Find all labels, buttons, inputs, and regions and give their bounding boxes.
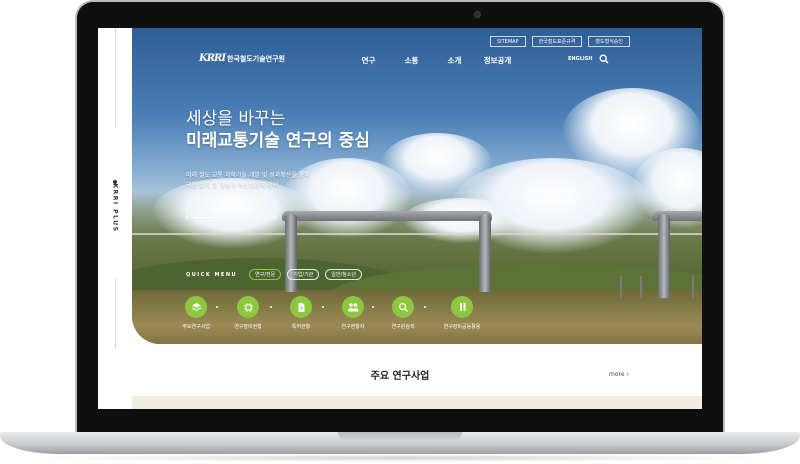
site-logo[interactable]: KRRI 한국철도기술연구원	[199, 53, 285, 64]
quick-menu-bar: QUICK MENU 연구/전문 기업/기관 일반/청소년	[186, 269, 362, 280]
menu-communication[interactable]: 소통	[390, 55, 433, 66]
flask-icon	[451, 296, 473, 318]
slider-controls: II 1/3	[186, 214, 277, 221]
menu-disclosure[interactable]: 정보공개	[476, 55, 519, 66]
slide-counter: 1/3	[267, 214, 278, 221]
fence-post	[640, 276, 642, 298]
rail-track	[132, 233, 702, 235]
document-icon	[290, 296, 312, 318]
quick-link-label: 연구원검색	[391, 324, 415, 330]
section-title: 주요 연구사업	[370, 371, 430, 382]
slider-progress-fill	[193, 217, 216, 218]
more-link[interactable]: more ›	[609, 371, 629, 378]
rail-divider	[115, 278, 116, 348]
headline-line-2: 미래교통기술 연구의 중심	[186, 131, 370, 151]
rail-standard-link[interactable]: 한국철도표준규격	[531, 36, 583, 47]
slider-progress-track	[193, 217, 262, 218]
quick-link-label: 연구현황자	[341, 324, 365, 330]
logo-mark: KRRI	[199, 53, 226, 64]
separator-dot	[424, 306, 426, 308]
language-link[interactable]: ENGLISH	[568, 56, 593, 62]
description-line-2: 국민 삶의 질 향상과 혁신성장에 기여	[186, 182, 279, 189]
headline-line-1: 세상을 바꾸는	[186, 109, 286, 129]
quick-link-equipment[interactable]: 연구장비현황	[218, 296, 278, 330]
laptop-notch	[338, 432, 462, 441]
quick-link-label: 주요연구사업	[182, 324, 210, 330]
utility-links: SITEMAP 한국철도표준규격 철도형식승인	[489, 36, 630, 47]
menu-research[interactable]: 연구	[347, 55, 390, 66]
logo-text: 한국철도기술연구원	[227, 54, 285, 63]
pylon	[658, 214, 670, 298]
pause-icon[interactable]: II	[186, 214, 188, 221]
fence-post	[692, 276, 694, 298]
screen: KRRI PLUS SITEMAP 한국철도표준규격 철도형식승인 KRRI 한…	[98, 28, 702, 409]
laptop-shadow	[30, 454, 770, 462]
pylon	[479, 214, 491, 292]
quick-link-label: 연구장비현황	[234, 324, 262, 330]
quick-link-label: 연구장비공동활용	[443, 324, 481, 330]
quick-menu-label: QUICK MENU	[186, 271, 238, 278]
pylon	[285, 214, 297, 292]
hero-description: 미래 철도 교통 과학기술 개발 및 성과확산을 통해 국민 삶의 질 향상과 …	[186, 171, 310, 191]
tab-research[interactable]: 연구/전문	[249, 269, 282, 280]
hero-headline: 세상을 바꾸는 미래교통기술 연구의 중심	[186, 108, 370, 152]
krri-plus-toggle[interactable]: KRRI PLUS	[112, 184, 119, 233]
tab-public[interactable]: 일반/청소년	[325, 269, 362, 280]
content-preview	[132, 396, 702, 409]
quick-link-shared-equipment[interactable]: 연구장비공동활용	[432, 296, 492, 330]
layers-icon	[185, 296, 207, 318]
quick-link-search[interactable]: 연구원검색	[373, 296, 433, 330]
search-icon[interactable]	[599, 54, 609, 64]
menu-about[interactable]: 소개	[433, 55, 476, 66]
tab-business[interactable]: 기업/기관	[287, 269, 320, 280]
chip-icon	[237, 296, 259, 318]
search-icon	[392, 296, 414, 318]
camera-icon	[474, 11, 481, 18]
rail-divider	[115, 28, 116, 128]
quick-link-patent[interactable]: 특허현황	[271, 296, 331, 330]
quick-link-label: 특허현황	[291, 324, 311, 330]
sitemap-link[interactable]: SITEMAP	[489, 36, 526, 47]
quick-link-research[interactable]: 주요연구사업	[166, 296, 226, 330]
side-rail: KRRI PLUS	[98, 28, 132, 409]
main-menu: 연구 소통 소개 정보공개	[347, 55, 519, 66]
pylon	[282, 211, 492, 221]
description-line-1: 미래 철도 교통 과학기술 개발 및 성과확산을 통해	[186, 172, 310, 179]
site-header: SITEMAP 한국철도표준규격 철도형식승인 KRRI 한국철도기술연구원 연…	[132, 28, 702, 88]
type-approval-link[interactable]: 철도형식승인	[588, 36, 630, 47]
people-icon	[342, 296, 364, 318]
fence-post	[620, 276, 622, 298]
